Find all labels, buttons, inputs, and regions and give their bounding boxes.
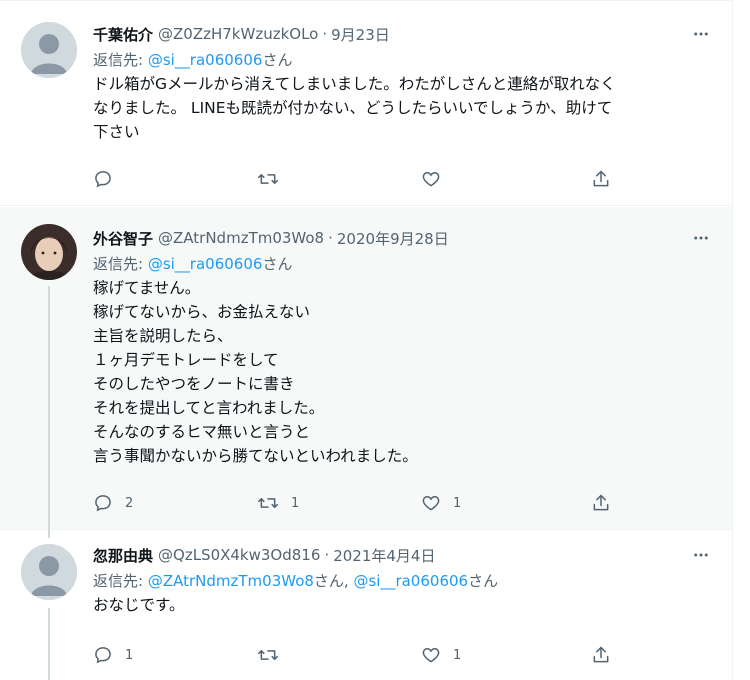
retweet-icon [257,645,279,665]
action-bar [93,165,633,193]
reply-suffix: さん [262,51,293,69]
retweet-count: 1 [291,495,300,511]
author-handle[interactable]: @QzLS0X4kw3Od816 [158,546,320,564]
reply-context: 返信先: @ZAtrNdmzTm03Wo8さん, @si__ra060606さん [93,571,714,591]
reply-button[interactable]: 2 [93,489,133,517]
timestamp[interactable]: 2020年9月28日 [337,228,449,249]
like-count: 1 [453,647,462,663]
tweet-text-line: 下さい [93,123,140,141]
tweet-text: ドル箱がGメールから消えてしまいました。わたがしさんと連絡が取れなく なりました… [93,72,714,144]
tweet-text-line: 言う事聞かないから勝てないといわれました。 [93,447,418,465]
tweet-1[interactable]: 千葉佑介 @Z0ZzH7kWzuzkOLo · 9月23日 返信先: @si__… [0,0,732,206]
thread-line [48,608,50,680]
author-name[interactable]: 忽那由典 [93,545,153,566]
reply-to-link[interactable]: @si__ra060606 [148,255,263,273]
share-icon [591,169,611,189]
thread-line [48,286,50,530]
more-horizontal-icon[interactable] [688,225,714,251]
separator-dot: · [328,229,333,247]
retweet-button[interactable] [257,641,279,669]
action-bar: 1 1 [93,641,633,669]
tweet-text-line: 稼げてないから、お金払えない [93,303,311,321]
reply-icon [93,493,113,513]
reply-context: 返信先: @si__ra060606さん [93,254,714,274]
reply-count: 2 [125,495,134,511]
like-button[interactable]: 1 [421,489,461,517]
reply-suffix: さん [262,255,293,273]
retweet-button[interactable] [257,165,279,193]
tweet-text-line: そんなのするヒマ無いと言うと [93,423,311,441]
tweet-text: おなじです。 [93,593,714,617]
reply-count: 1 [125,647,134,663]
author-handle[interactable]: @Z0ZzH7kWzuzkOLo [158,25,318,43]
share-button[interactable] [591,489,611,517]
right-border [732,0,733,680]
reply-prefix: 返信先: [93,572,148,590]
timestamp[interactable]: 2021年4月4日 [333,545,435,566]
tweet-text-line: そのしたやつをノートに書き [93,375,295,393]
share-icon [591,493,611,513]
more-horizontal-icon[interactable] [688,21,714,47]
reply-prefix: 返信先: [93,255,148,273]
reply-context: 返信先: @si__ra060606さん [93,50,714,70]
heart-icon [421,493,441,513]
avatar-photo[interactable] [21,224,77,280]
like-button[interactable] [421,165,441,193]
more-horizontal-icon[interactable] [688,542,714,568]
reply-to-link[interactable]: @ZAtrNdmzTm03Wo8 [148,572,314,590]
share-icon [591,645,611,665]
tweet-text-line: １ヶ月デモトレードをして [93,351,279,369]
reply-icon [93,169,113,189]
tweet-text-line: なりました。 LINEも既読が付かない、どうしたらいいでしょうか、助けて [93,99,613,117]
retweet-icon [257,169,279,189]
reply-mid: さん, [313,572,354,590]
reply-button[interactable] [93,165,113,193]
avatar-default[interactable] [21,544,77,600]
tweet-text-line: おなじです。 [93,596,185,614]
reply-prefix: 返信先: [93,51,148,69]
action-bar: 2 1 1 [93,489,633,517]
tweet-3[interactable]: 忽那由典 @QzLS0X4kw3Od816 · 2021年4月4日 返信先: @… [0,530,732,680]
share-button[interactable] [591,641,611,669]
separator-dot: · [322,25,328,43]
separator-dot: · [324,546,330,564]
tweet-2[interactable]: 外谷智子 @ZAtrNdmzTm03Wo8 · 2020年9月28日 返信先: … [0,207,732,530]
tweet-text: 稼げてません。 稼げてないから、お金払えない 主旨を説明したら、 １ヶ月デモトレ… [93,276,714,468]
tweet-text-line: ドル箱がGメールから消えてしまいました。わたがしさんと連絡が取れなく [93,75,616,93]
reply-to-link[interactable]: @si__ra060606 [353,572,468,590]
reply-suffix: さん [468,572,499,590]
tweet-text-line: それを提出してと言われました。 [93,399,325,417]
timestamp[interactable]: 9月23日 [331,24,390,45]
heart-icon [421,169,441,189]
like-button[interactable]: 1 [421,641,461,669]
author-name[interactable]: 外谷智子 [93,228,153,249]
tweet-text-line: 稼げてません。 [93,279,201,297]
author-name[interactable]: 千葉佑介 [93,24,153,45]
tweet-text-line: 主旨を説明したら、 [93,327,233,345]
reply-to-link[interactable]: @si__ra060606 [148,51,263,69]
reply-button[interactable]: 1 [93,641,133,669]
like-count: 1 [453,495,462,511]
retweet-icon [257,493,279,513]
share-button[interactable] [591,165,611,193]
retweet-button[interactable]: 1 [257,489,299,517]
author-handle[interactable]: @ZAtrNdmzTm03Wo8 [158,229,324,247]
thread-line [48,530,50,538]
heart-icon [421,645,441,665]
avatar-default[interactable] [21,22,77,78]
reply-icon [93,645,113,665]
